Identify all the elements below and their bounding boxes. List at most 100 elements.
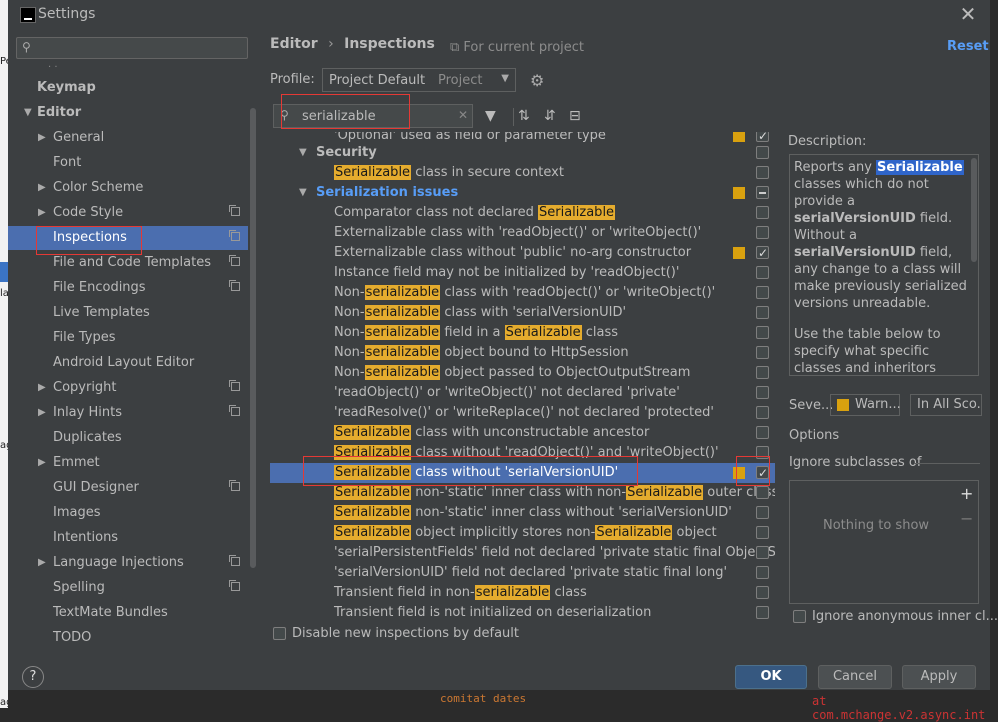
sidebar-item-file-encodings[interactable]: File Encodings bbox=[8, 276, 248, 300]
filter-icon[interactable]: ▼ bbox=[485, 108, 496, 124]
inspection-checkbox[interactable] bbox=[756, 566, 769, 579]
list-item[interactable]: 'serialPersistentFields' field not decla… bbox=[270, 543, 775, 563]
ok-button[interactable]: OK bbox=[735, 665, 807, 689]
list-item[interactable]: Externalizable class without 'public' no… bbox=[270, 243, 775, 263]
chevron-right-icon[interactable]: ▶ bbox=[38, 551, 46, 575]
list-item[interactable]: Non-serializable object passed to Object… bbox=[270, 363, 775, 383]
chevron-right-icon[interactable]: ▶ bbox=[38, 376, 46, 400]
ignore-anonymous-checkbox[interactable] bbox=[793, 610, 806, 623]
list-item[interactable]: 'readResolve()' or 'writeReplace()' not … bbox=[270, 403, 775, 423]
sidebar-item-language-injections[interactable]: ▶ Language Injections bbox=[8, 551, 248, 575]
divider bbox=[914, 463, 980, 464]
list-item[interactable]: Transient field in non-serializable clas… bbox=[270, 583, 775, 603]
list-item[interactable]: Serializable non-'static' inner class wi… bbox=[270, 483, 775, 503]
reset-link[interactable]: Reset bbox=[947, 39, 989, 54]
sidebar-item-android-layout-editor[interactable]: Android Layout Editor bbox=[8, 351, 248, 375]
sidebar-item-live-templates[interactable]: Live Templates bbox=[8, 301, 248, 325]
chevron-right-icon[interactable]: ▶ bbox=[38, 126, 46, 150]
sidebar-item-file-types[interactable]: File Types bbox=[8, 326, 248, 350]
close-icon[interactable]: ✕ bbox=[956, 2, 980, 26]
cancel-button[interactable]: Cancel bbox=[818, 665, 892, 689]
sidebar-item-duplicates[interactable]: Duplicates bbox=[8, 426, 248, 450]
collapse-all-icon[interactable]: ⇵ bbox=[544, 108, 556, 124]
inspection-checkbox[interactable] bbox=[756, 546, 769, 559]
apply-button[interactable]: Apply bbox=[902, 665, 976, 689]
inspection-checkbox[interactable] bbox=[756, 486, 769, 499]
sidebar-scrollbar[interactable] bbox=[250, 108, 256, 568]
inspection-checkbox[interactable] bbox=[756, 406, 769, 419]
inspection-checkbox[interactable] bbox=[756, 346, 769, 359]
inspection-checkbox[interactable] bbox=[756, 306, 769, 319]
sidebar-item-keymap[interactable]: Keymap bbox=[8, 76, 248, 100]
inspection-checkbox[interactable] bbox=[756, 326, 769, 339]
inspection-checkbox[interactable] bbox=[756, 206, 769, 219]
list-item[interactable]: Serializable non-'static' inner class wi… bbox=[270, 503, 775, 523]
chevron-right-icon[interactable]: ▶ bbox=[38, 451, 46, 475]
sidebar-item-textmate-bundles[interactable]: TextMate Bundles bbox=[8, 601, 248, 625]
chevron-right-icon[interactable]: ▶ bbox=[38, 201, 46, 225]
add-icon[interactable]: + bbox=[960, 484, 973, 503]
sidebar-item-spelling[interactable]: Spelling bbox=[8, 576, 248, 600]
list-item[interactable]: Non-serializable class with 'readObject(… bbox=[270, 283, 775, 303]
reset-to-default-icon[interactable]: ⊟ bbox=[569, 108, 581, 124]
clear-icon[interactable]: ✕ bbox=[458, 108, 468, 122]
sidebar-item-color-scheme[interactable]: ▶ Color Scheme bbox=[8, 176, 248, 200]
inspection-checkbox[interactable] bbox=[756, 526, 769, 539]
chevron-right-icon[interactable]: ▶ bbox=[38, 401, 46, 425]
inspection-checkbox[interactable] bbox=[756, 506, 769, 519]
inspection-checkbox[interactable] bbox=[756, 132, 769, 146]
chevron-down-icon[interactable]: ▼ bbox=[299, 183, 307, 203]
chevron-down-icon[interactable]: ▼ bbox=[299, 143, 307, 163]
list-item[interactable]: Serializable class in secure context bbox=[270, 163, 775, 183]
inspection-checkbox[interactable] bbox=[756, 366, 769, 379]
profile-select[interactable]: Project Default Project ▼ bbox=[322, 68, 516, 92]
group-checkbox[interactable] bbox=[756, 146, 769, 159]
sidebar-item-copyright[interactable]: ▶ Copyright bbox=[8, 376, 248, 400]
list-item[interactable]: Non-serializable field in a Serializable… bbox=[270, 323, 775, 343]
inspection-checkbox[interactable] bbox=[756, 606, 769, 619]
inspection-checkbox[interactable] bbox=[756, 266, 769, 279]
inspection-checkbox[interactable] bbox=[756, 586, 769, 599]
sidebar-item-code-style[interactable]: ▶ Code Style bbox=[8, 201, 248, 225]
sidebar-search-input[interactable]: ⚲ bbox=[16, 37, 248, 59]
sidebar-item-images[interactable]: Images bbox=[8, 501, 248, 525]
chevron-down-icon[interactable]: ▼ bbox=[24, 101, 32, 125]
list-item[interactable]: Serializable object implicitly stores no… bbox=[270, 523, 775, 543]
scope-select[interactable]: In All Sco... bbox=[910, 394, 982, 416]
inspection-checkbox[interactable] bbox=[756, 286, 769, 299]
remove-icon[interactable]: − bbox=[960, 509, 973, 528]
list-item[interactable]: 'readObject()' or 'writeObject()' not de… bbox=[270, 383, 775, 403]
list-item[interactable]: Externalizable class with 'readObject()'… bbox=[270, 223, 775, 243]
group-serialization-issues[interactable]: ▼ Serialization issues bbox=[270, 183, 775, 203]
sidebar-item-editor[interactable]: ▼ Editor bbox=[8, 101, 248, 125]
group-checkbox[interactable] bbox=[756, 186, 769, 199]
sidebar-item-font[interactable]: Font bbox=[8, 151, 248, 175]
gear-icon[interactable]: ⚙ bbox=[530, 71, 544, 90]
inspection-checkbox[interactable] bbox=[756, 226, 769, 239]
disable-new-inspections-checkbox[interactable] bbox=[273, 627, 286, 640]
sidebar-item-intentions[interactable]: Intentions bbox=[8, 526, 248, 550]
list-item[interactable]: Instance field may not be initialized by… bbox=[270, 263, 775, 283]
list-item[interactable]: Serializable class with unconstructable … bbox=[270, 423, 775, 443]
list-item[interactable]: Comparator class not declared Serializab… bbox=[270, 203, 775, 223]
sidebar-item-emmet[interactable]: ▶ Emmet bbox=[8, 451, 248, 475]
sidebar-item-todo[interactable]: TODO bbox=[8, 626, 248, 650]
chevron-right-icon[interactable]: ▶ bbox=[38, 176, 46, 200]
list-item[interactable]: 'serialVersionUID' field not declared 'p… bbox=[270, 563, 775, 583]
severity-select[interactable]: Warn... bbox=[830, 394, 901, 416]
sidebar-item-general[interactable]: ▶ General bbox=[8, 126, 248, 150]
list-item[interactable]: Non-serializable class with 'serialVersi… bbox=[270, 303, 775, 323]
inspection-checkbox[interactable] bbox=[756, 426, 769, 439]
group-security[interactable]: ▼ Security bbox=[270, 143, 775, 163]
help-button[interactable]: ? bbox=[22, 666, 44, 688]
expand-all-icon[interactable]: ⇅ bbox=[518, 108, 530, 124]
sidebar-item-gui-designer[interactable]: GUI Designer bbox=[8, 476, 248, 500]
inspection-checkbox[interactable] bbox=[756, 386, 769, 399]
breadcrumb-parent[interactable]: Editor bbox=[270, 36, 318, 52]
inspection-checkbox[interactable] bbox=[756, 166, 769, 179]
description-scrollbar[interactable] bbox=[971, 158, 977, 262]
list-item[interactable]: Non-serializable object bound to HttpSes… bbox=[270, 343, 775, 363]
inspection-checkbox[interactable] bbox=[756, 243, 769, 263]
list-item[interactable]: Transient field is not initialized on de… bbox=[270, 603, 775, 623]
sidebar-item-inlay-hints[interactable]: ▶ Inlay Hints bbox=[8, 401, 248, 425]
